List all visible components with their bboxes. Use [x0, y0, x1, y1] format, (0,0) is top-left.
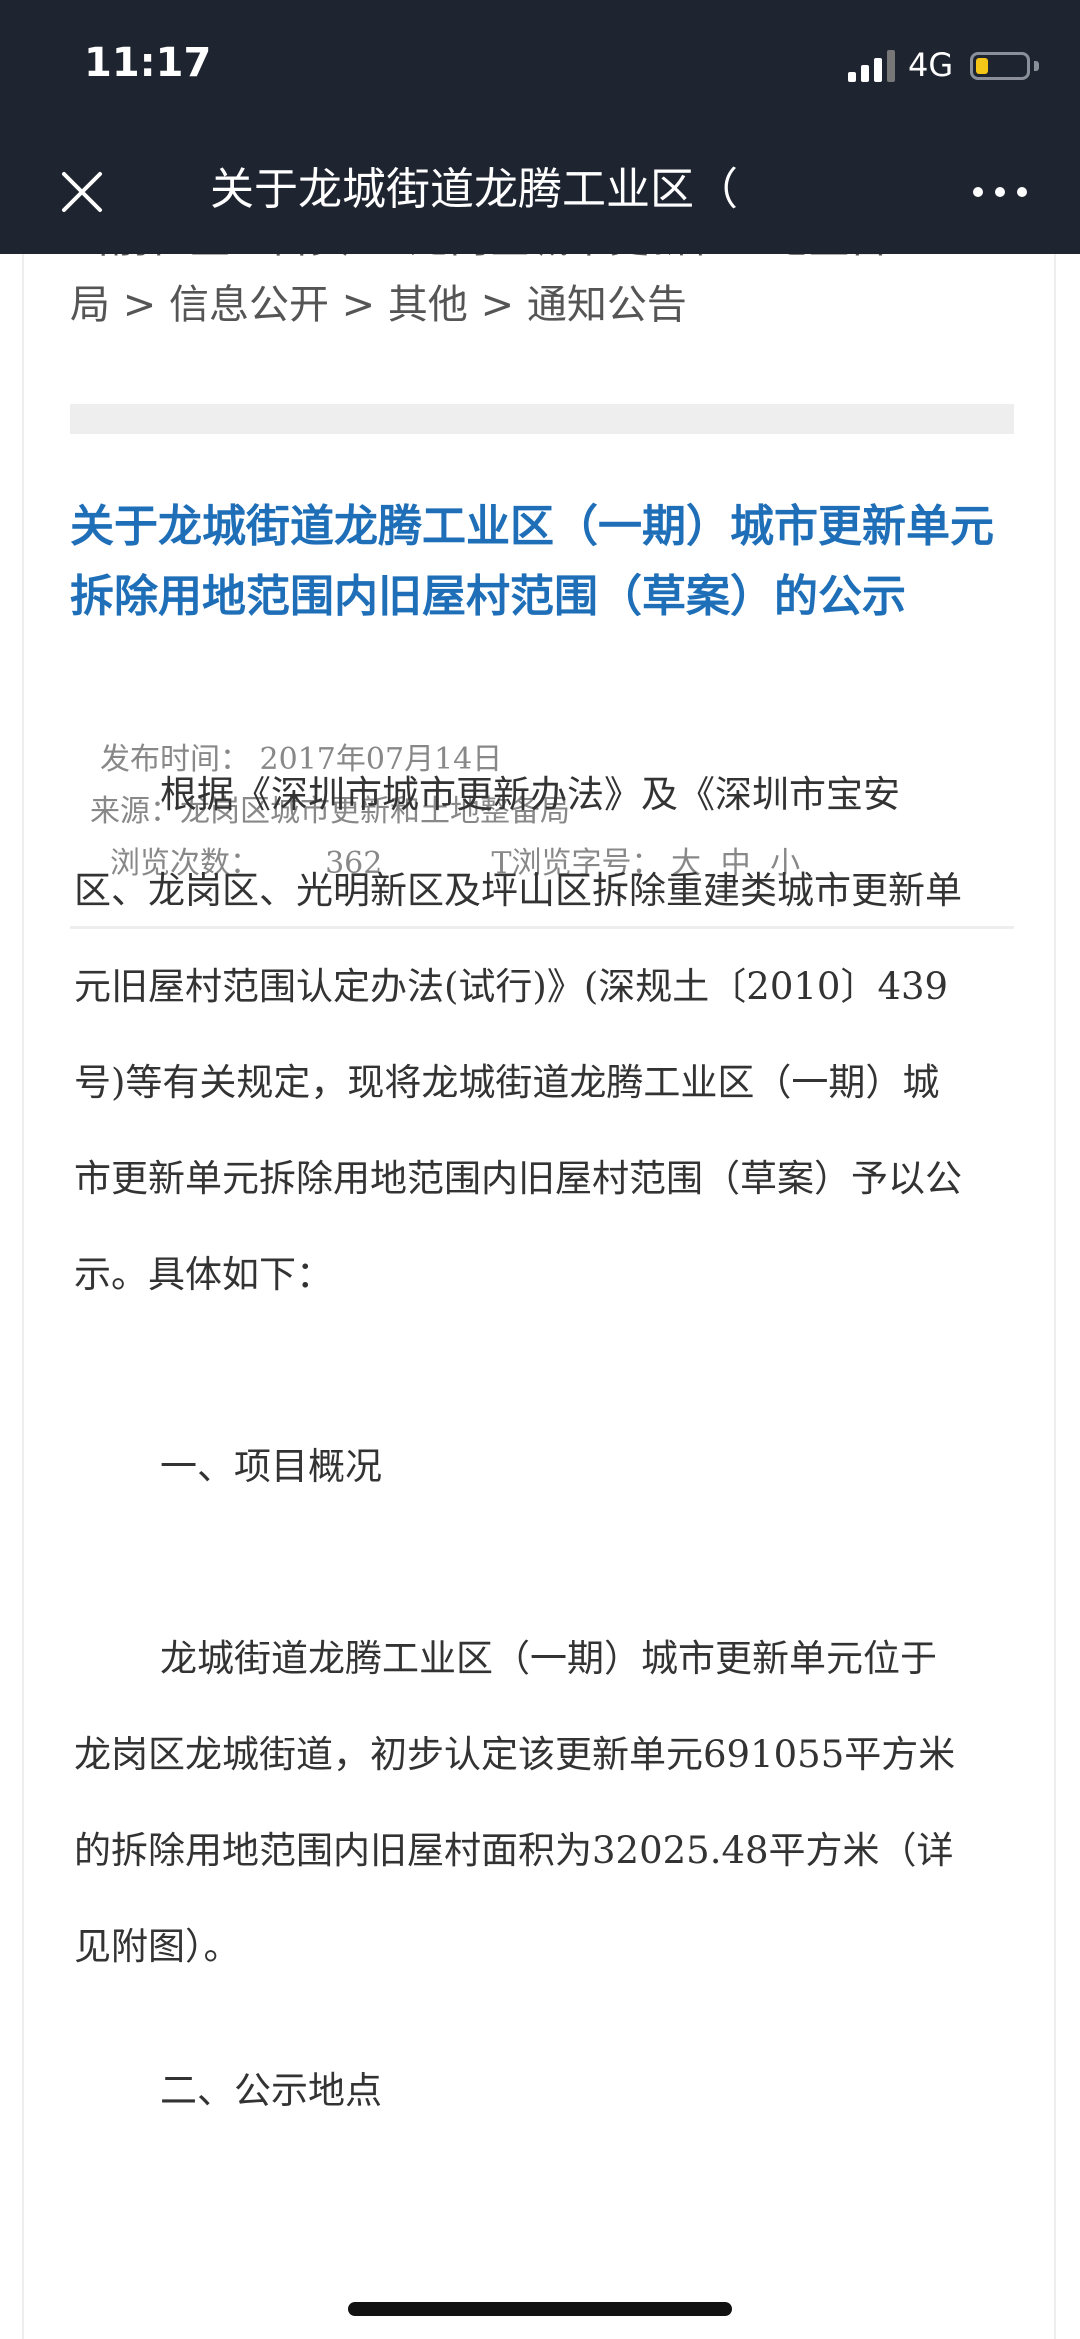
breadcrumb-item-bureau[interactable]: 局 — [70, 282, 110, 328]
battery-icon — [970, 52, 1030, 80]
breadcrumb-item-notice[interactable]: 通知公告 — [527, 282, 687, 328]
close-icon[interactable] — [50, 160, 114, 224]
nav-title: 关于龙城街道龙腾工业区（ — [210, 164, 738, 215]
status-time: 11:17 — [84, 40, 212, 86]
nav-bar: 关于龙城街道龙腾工业区（ — [0, 130, 1080, 254]
paragraph-overview: 龙城街道龙腾工业区（一期）城市更新单元位于龙岗区龙城街道，初步认定该更新单元69… — [74, 1637, 956, 1968]
paragraph-intro: 根据《深圳市城市更新办法》及《深圳市宝安区、龙岗区、光明新区及坪山区拆除重建类城… — [74, 773, 962, 1296]
section-divider-bar — [70, 404, 1014, 434]
section-heading-location: 二、公示地点 — [160, 2069, 382, 2112]
battery-level — [976, 58, 988, 74]
home-indicator[interactable] — [348, 2302, 732, 2316]
battery-tip — [1034, 61, 1039, 71]
article-title: 关于龙城街道龙腾工业区（一期）城市更新单元拆除用地范围内旧屋村范围（草案）的公示 — [70, 501, 994, 622]
article-body: 根据《深圳市城市更新办法》及《深圳市宝安区、龙岗区、光明新区及坪山区拆除重建类城… — [74, 747, 964, 2139]
section-heading-overview: 一、项目概况 — [160, 1445, 382, 1488]
breadcrumb-partial: 当前位置：首页 > 龙岗区城市更新和土地整备 — [70, 254, 1010, 264]
signal-icon — [848, 50, 895, 82]
breadcrumb-separator: > — [328, 282, 388, 328]
breadcrumb-separator: > — [467, 282, 527, 328]
breadcrumb-separator: > — [110, 282, 169, 328]
breadcrumb: 局 > 信息公开 > 其他 > 通知公告 — [70, 280, 687, 330]
breadcrumb-item-other[interactable]: 其他 — [388, 282, 468, 328]
status-bar: 11:17 4G — [0, 0, 1080, 130]
more-icon[interactable] — [970, 160, 1030, 224]
network-type: 4G — [908, 46, 954, 84]
breadcrumb-item-info[interactable]: 信息公开 — [169, 282, 329, 328]
